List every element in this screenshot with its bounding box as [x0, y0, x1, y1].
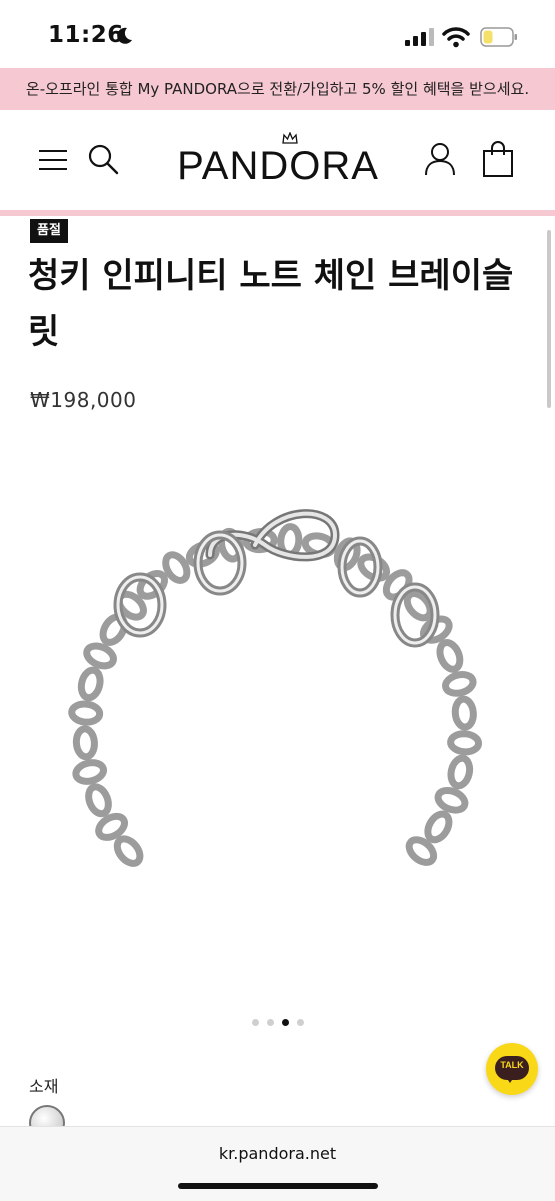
chain-link: [83, 642, 117, 670]
scrollbar[interactable]: [547, 230, 551, 408]
promo-banner[interactable]: 온-오프라인 통합 My PANDORA으로 전환/가입하고 5% 할인 혜택을…: [0, 68, 555, 110]
chain-link: [434, 786, 469, 814]
header-divider: [0, 210, 555, 216]
crown-icon: [282, 132, 298, 144]
gallery-indicator[interactable]: [252, 1019, 312, 1029]
chain-link: [442, 671, 477, 697]
sold-out-badge: 품절: [30, 219, 68, 243]
gallery-dot[interactable]: [297, 1019, 304, 1026]
material-label: 소재: [29, 1077, 59, 1096]
product-price: ₩198,000: [30, 388, 137, 412]
status-time: 11:26: [48, 22, 124, 48]
gallery-dot[interactable]: [267, 1019, 274, 1026]
browser-url-bar[interactable]: kr.pandora.net: [0, 1126, 555, 1201]
chain-link: [447, 730, 483, 756]
status-bar: 11:26: [0, 0, 555, 68]
chain-link: [447, 754, 474, 790]
kakao-talk-button[interactable]: TALK: [486, 1043, 538, 1095]
shopping-bag-icon[interactable]: [482, 140, 514, 178]
url-text: kr.pandora.net: [218, 1144, 337, 1163]
chain-link: [451, 695, 477, 731]
search-icon[interactable]: [87, 143, 119, 175]
chain-link: [113, 835, 144, 867]
chain-link: [85, 783, 112, 818]
chain-link: [77, 666, 104, 702]
home-indicator[interactable]: [178, 1183, 378, 1189]
menu-icon[interactable]: [38, 148, 68, 172]
chain-link: [424, 810, 453, 844]
chain-link: [68, 700, 104, 726]
chain-link: [72, 725, 98, 761]
chat-bubble-icon: TALK: [495, 1056, 529, 1083]
wifi-icon: [442, 27, 470, 48]
promo-text: 온-오프라인 통합 My PANDORA으로 전환/가입하고 5% 할인 혜택을…: [25, 80, 530, 98]
gallery-dot-active[interactable]: [282, 1019, 289, 1026]
account-icon[interactable]: [424, 141, 456, 177]
chain-link: [436, 639, 464, 673]
gallery-dot[interactable]: [252, 1019, 259, 1026]
logo-text: PANDORA: [177, 144, 379, 188]
site-header: PANDORA: [0, 110, 555, 210]
product-title: 청키 인피니티 노트 체인 브레이슬릿: [28, 256, 514, 352]
pandora-logo[interactable]: PANDORA: [158, 130, 398, 190]
chain-link: [72, 759, 107, 785]
moon-icon: [117, 27, 132, 44]
cellular-signal-icon: [405, 28, 434, 46]
battery-icon: [480, 27, 517, 47]
product-image[interactable]: [60, 505, 490, 935]
talk-label: TALK: [500, 1060, 524, 1070]
